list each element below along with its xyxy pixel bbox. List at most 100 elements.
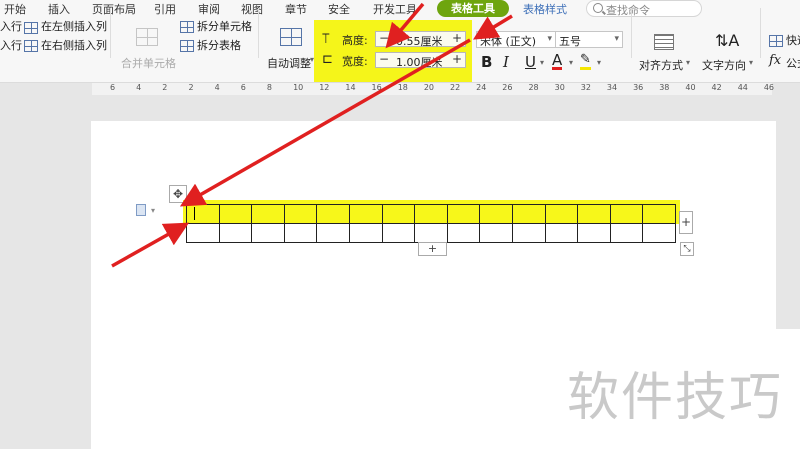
table-cell[interactable] xyxy=(609,223,644,243)
chevron-down-icon: ▾ xyxy=(547,34,552,44)
width-label: 宽度: xyxy=(342,55,368,68)
align-dropdown-icon[interactable]: ▾ xyxy=(686,58,690,67)
menu-review[interactable]: 审阅 xyxy=(198,1,220,17)
table-resize-handle[interactable]: ⤡ xyxy=(680,242,694,256)
insert-row-above-button[interactable]: 入行 xyxy=(0,18,22,34)
table-cell[interactable] xyxy=(446,204,481,224)
tab-table-style[interactable]: 表格样式 xyxy=(523,1,567,17)
separator xyxy=(631,8,632,58)
add-column-button[interactable]: + xyxy=(679,211,693,234)
insert-col-right-button[interactable]: 在右侧插入列 xyxy=(41,37,107,53)
table-cell[interactable] xyxy=(381,223,416,243)
menu-insert[interactable]: 插入 xyxy=(48,1,70,17)
table-cell[interactable] xyxy=(283,223,318,243)
insert-col-left-button[interactable]: 在左侧插入列 xyxy=(41,18,107,34)
ruler-label: 28 xyxy=(528,83,539,92)
table-cell[interactable] xyxy=(316,204,350,224)
tab-table-tools[interactable]: 表格工具 xyxy=(437,0,509,17)
split-table-button[interactable]: 拆分表格 xyxy=(197,37,241,53)
menu-page-layout[interactable]: 页面布局 xyxy=(92,1,136,17)
font-color-button[interactable]: A xyxy=(552,53,563,70)
width-stepper[interactable]: − 1.00厘米 + xyxy=(375,52,466,70)
table-cell[interactable] xyxy=(642,204,676,224)
table-cell[interactable] xyxy=(186,223,220,243)
text-direction-button[interactable]: 文字方向 xyxy=(702,57,746,73)
table-cell[interactable] xyxy=(642,223,676,243)
align-button[interactable]: 对齐方式 xyxy=(639,57,683,73)
width-decrease-button[interactable]: − xyxy=(376,53,392,67)
ruler-label: 4 xyxy=(214,83,220,92)
table-cell[interactable] xyxy=(381,204,416,224)
table-cell[interactable] xyxy=(218,223,253,243)
menu-bar: 开始 插入 页面布局 引用 审阅 视图 章节 安全 开发工具 表格工具 表格样式… xyxy=(0,0,800,18)
table-cell[interactable] xyxy=(544,223,579,243)
width-icon: ⊏ xyxy=(322,52,333,67)
paragraph-icon[interactable] xyxy=(136,204,146,216)
bold-button[interactable]: B xyxy=(481,53,492,71)
table-cell[interactable] xyxy=(414,204,448,224)
table-cell[interactable] xyxy=(283,204,318,224)
ruler-label: 22 xyxy=(450,83,461,92)
table-cell[interactable] xyxy=(316,223,350,243)
menu-developer[interactable]: 开发工具 xyxy=(373,1,417,17)
table-cell[interactable] xyxy=(414,223,448,243)
table-cell[interactable] xyxy=(218,204,253,224)
table-cell[interactable] xyxy=(511,223,546,243)
height-decrease-button[interactable]: − xyxy=(376,32,392,46)
ruler-label: 32 xyxy=(580,83,591,92)
ruler-label: 36 xyxy=(633,83,644,92)
font-color-dropdown-icon[interactable]: ▾ xyxy=(569,58,573,67)
formula-button[interactable]: 公式 xyxy=(786,55,800,71)
text-direction-dropdown-icon[interactable]: ▾ xyxy=(749,58,753,67)
table-cell[interactable] xyxy=(511,204,546,224)
menu-view[interactable]: 视图 xyxy=(241,1,263,17)
chevron-down-icon[interactable]: ▾ xyxy=(151,206,155,215)
highlighter-dropdown-icon[interactable]: ▾ xyxy=(597,58,601,67)
table-cell[interactable] xyxy=(251,223,285,243)
table-cell[interactable] xyxy=(446,223,481,243)
ruler-label: 10 xyxy=(293,83,304,92)
height-value[interactable]: 0.55厘米 xyxy=(396,33,443,49)
watermark-text: 软件技巧 xyxy=(567,368,784,428)
table-cell[interactable] xyxy=(251,204,285,224)
italic-button[interactable]: I xyxy=(503,53,509,71)
menu-reference[interactable]: 引用 xyxy=(154,1,176,17)
table-cell[interactable] xyxy=(544,204,579,224)
underline-dropdown-icon[interactable]: ▾ xyxy=(540,58,544,67)
table-cell[interactable] xyxy=(609,204,644,224)
table-cell[interactable] xyxy=(479,223,513,243)
height-stepper[interactable]: − 0.55厘米 + xyxy=(375,31,466,49)
merge-cells-button[interactable]: 合并单元格 xyxy=(121,55,176,71)
quick-calc-icon xyxy=(769,35,783,47)
document-table[interactable] xyxy=(186,204,676,243)
table-cell[interactable] xyxy=(577,204,611,224)
split-table-icon xyxy=(180,40,194,52)
highlighter-icon[interactable]: ✎ xyxy=(580,53,591,70)
autofit-dropdown-icon[interactable]: ▾ xyxy=(310,55,314,64)
table-cell[interactable] xyxy=(577,223,611,243)
table-cell[interactable] xyxy=(348,223,383,243)
ruler-label: 46 xyxy=(763,83,775,92)
ruler-label: 6 xyxy=(110,83,116,92)
table-cell[interactable] xyxy=(479,204,513,224)
height-increase-button[interactable]: + xyxy=(449,32,465,46)
table-cell[interactable] xyxy=(186,204,220,224)
quick-calc-button[interactable]: 快速 xyxy=(786,32,800,48)
search-icon xyxy=(593,3,603,13)
split-cells-button[interactable]: 拆分单元格 xyxy=(197,18,252,34)
command-search[interactable]: 查找命令 xyxy=(586,0,702,17)
table-cell[interactable] xyxy=(348,204,383,224)
add-row-button[interactable]: + xyxy=(418,242,447,256)
menu-start[interactable]: 开始 xyxy=(4,1,26,17)
separator xyxy=(760,8,761,58)
menu-security[interactable]: 安全 xyxy=(328,1,350,17)
width-increase-button[interactable]: + xyxy=(449,53,465,67)
underline-button[interactable]: U xyxy=(525,53,536,71)
font-size-select[interactable]: 五号 ▾ xyxy=(555,31,623,48)
insert-row-below-button[interactable]: 入行 xyxy=(0,37,22,53)
width-value[interactable]: 1.00厘米 xyxy=(396,54,443,70)
autofit-button[interactable]: 自动调整 xyxy=(267,55,311,71)
menu-chapter[interactable]: 章节 xyxy=(285,1,307,17)
ruler-label: 12 xyxy=(319,83,330,92)
font-name-select[interactable]: 宋体 (正文) ▾ xyxy=(476,31,556,48)
